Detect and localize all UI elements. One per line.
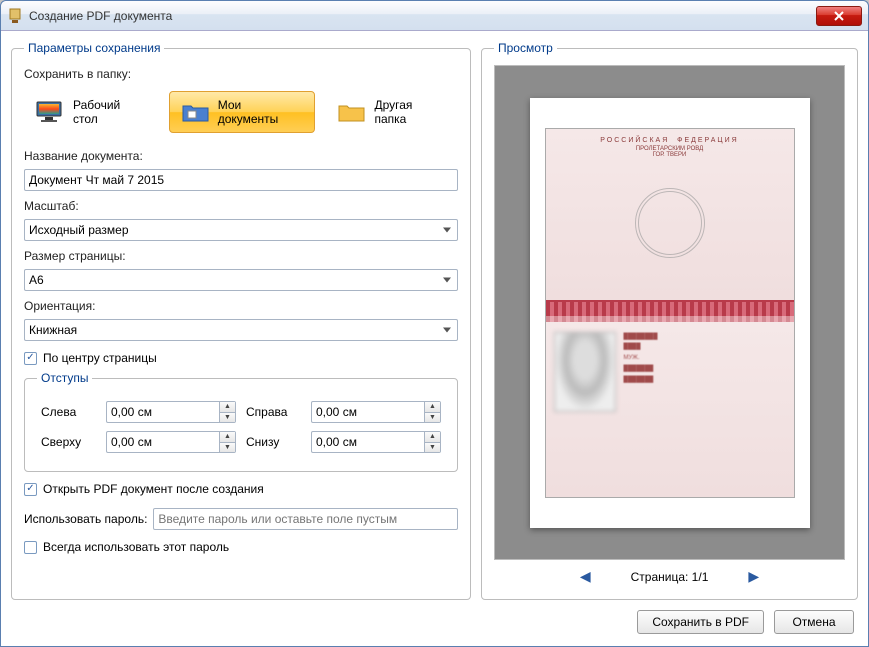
titlebar[interactable]: Создание PDF документа <box>1 1 868 31</box>
close-button[interactable] <box>816 6 862 26</box>
preview-legend: Просмотр <box>494 41 557 55</box>
next-page-arrow[interactable]: ▶ <box>748 568 759 585</box>
margin-top-input[interactable]: ▲▼ <box>106 431 236 453</box>
margin-left-input[interactable]: ▲▼ <box>106 401 236 423</box>
window-title: Создание PDF документа <box>29 9 816 23</box>
spin-up-icon[interactable]: ▲ <box>424 432 440 443</box>
spin-down-icon[interactable]: ▼ <box>424 443 440 453</box>
preview-page: РОССИЙСКАЯ ФЕДЕРАЦИЯ ПРОЛЕТАРСКИМ РОВД Г… <box>530 98 810 528</box>
center-checkbox[interactable] <box>24 352 37 365</box>
doc-name-label: Название документа: <box>24 149 458 163</box>
margin-right-label: Справа <box>246 405 301 419</box>
folder-icon <box>336 100 368 124</box>
scale-label: Масштаб: <box>24 199 458 213</box>
orientation-label: Ориентация: <box>24 299 458 313</box>
spin-up-icon[interactable]: ▲ <box>219 432 235 443</box>
margins-group: Отступы Слева ▲▼ Справа ▲▼ Сверху <box>24 371 458 472</box>
page-indicator: Страница: 1/1 <box>631 570 709 584</box>
spin-up-icon[interactable]: ▲ <box>219 402 235 413</box>
dialog-window: Создание PDF документа Параметры сохране… <box>0 0 869 647</box>
spin-down-icon[interactable]: ▼ <box>219 443 235 453</box>
page-size-combo[interactable]: A6 <box>24 269 458 291</box>
preview-group: Просмотр РОССИЙСКАЯ ФЕДЕРАЦИЯ ПРОЛЕТАРСК… <box>481 41 858 600</box>
desktop-icon <box>35 100 67 124</box>
open-after-checkbox[interactable] <box>24 483 37 496</box>
margin-bottom-input[interactable]: ▲▼ <box>311 431 441 453</box>
orientation-combo[interactable]: Книжная <box>24 319 458 341</box>
folder-desktop-button[interactable]: Рабочий стол <box>24 91 159 133</box>
spin-up-icon[interactable]: ▲ <box>424 402 440 413</box>
margin-left-label: Слева <box>41 405 96 419</box>
margin-right-input[interactable]: ▲▼ <box>311 401 441 423</box>
folder-documents-label: Мои документы <box>218 98 305 126</box>
password-label: Использовать пароль: <box>24 512 147 526</box>
margin-top-label: Сверху <box>41 435 96 449</box>
spin-down-icon[interactable]: ▼ <box>219 413 235 423</box>
scale-combo[interactable]: Исходный размер <box>24 219 458 241</box>
page-size-label: Размер страницы: <box>24 249 458 263</box>
client-area: Параметры сохранения Сохранить в папку: … <box>1 31 868 646</box>
preview-viewport: РОССИЙСКАЯ ФЕДЕРАЦИЯ ПРОЛЕТАРСКИМ РОВД Г… <box>494 65 845 560</box>
always-password-label: Всегда использовать этот пароль <box>43 540 229 554</box>
margin-bottom-label: Снизу <box>246 435 301 449</box>
documents-icon <box>180 100 212 124</box>
center-label: По центру страницы <box>43 351 157 365</box>
always-password-checkbox[interactable] <box>24 541 37 554</box>
cancel-button[interactable]: Отмена <box>774 610 854 634</box>
spin-down-icon[interactable]: ▼ <box>424 413 440 423</box>
save-to-label: Сохранить в папку: <box>24 67 458 81</box>
open-after-label: Открыть PDF документ после создания <box>43 482 264 496</box>
doc-name-input[interactable] <box>24 169 458 191</box>
save-button[interactable]: Сохранить в PDF <box>637 610 764 634</box>
folder-documents-button[interactable]: Мои документы <box>169 91 316 133</box>
folder-desktop-label: Рабочий стол <box>73 98 148 126</box>
margins-legend: Отступы <box>37 371 92 385</box>
save-params-group: Параметры сохранения Сохранить в папку: … <box>11 41 471 600</box>
app-icon <box>7 8 23 24</box>
folder-other-button[interactable]: Другая папка <box>325 91 458 133</box>
preview-document-image: РОССИЙСКАЯ ФЕДЕРАЦИЯ ПРОЛЕТАРСКИМ РОВД Г… <box>545 128 795 498</box>
password-input[interactable] <box>153 508 458 530</box>
folder-other-label: Другая папка <box>374 98 447 126</box>
prev-page-arrow[interactable]: ◀ <box>580 568 591 585</box>
save-params-legend: Параметры сохранения <box>24 41 164 55</box>
